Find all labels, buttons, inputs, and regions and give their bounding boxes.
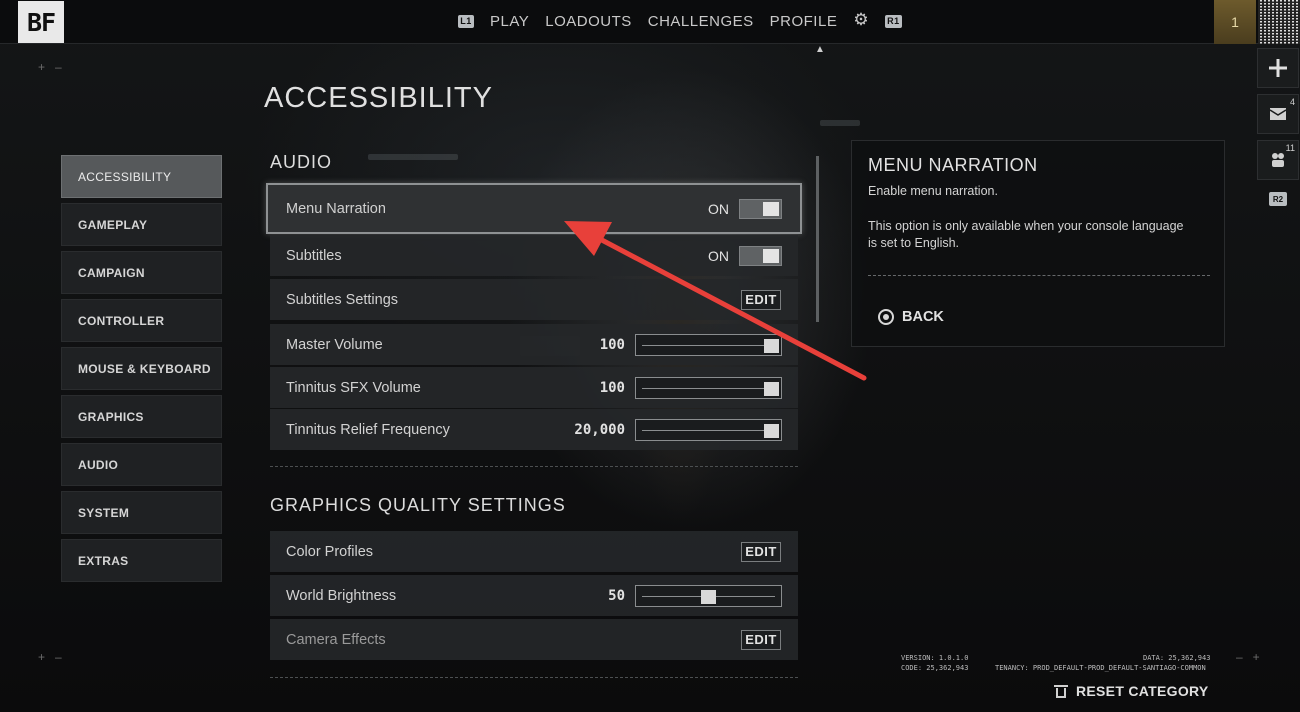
edit-button[interactable]: EDIT <box>741 541 781 562</box>
setting-color-profiles[interactable]: Color Profiles EDIT <box>270 531 798 572</box>
setting-world-brightness[interactable]: World Brightness 50 <box>270 575 798 616</box>
section-title-graphics: GRAPHICS QUALITY SETTINGS <box>270 495 566 515</box>
settings-gear-icon[interactable]: ⚙ <box>853 10 869 30</box>
reset-label: RESET CATEGORY <box>1076 683 1209 699</box>
background-light <box>368 154 458 160</box>
r2-button-hint: R2 <box>1269 192 1287 206</box>
master-volume-slider[interactable] <box>635 333 782 356</box>
setting-tinnitus-relief-frequency[interactable]: Tinnitus Relief Frequency 20,000 <box>270 409 798 450</box>
category-gameplay[interactable]: GAMEPLAY <box>61 203 222 246</box>
tinnitus-sfx-slider[interactable] <box>635 376 782 399</box>
setting-label: Tinnitus Relief Frequency <box>286 421 450 438</box>
rank-level: 1 <box>1231 14 1239 30</box>
page-title: ACCESSIBILITY <box>264 82 493 114</box>
squad-button[interactable]: 11 <box>1257 140 1299 180</box>
mail-icon <box>1270 108 1286 120</box>
corner-mark: + – <box>38 650 62 664</box>
setting-label: World Brightness <box>286 587 397 604</box>
category-extras[interactable]: EXTRAS <box>61 539 222 582</box>
setting-menu-narration[interactable]: Menu Narration ON <box>266 183 802 234</box>
slider-value: 50 <box>608 587 625 604</box>
back-button[interactable]: BACK <box>878 309 944 325</box>
setting-label: Tinnitus SFX Volume <box>286 379 421 396</box>
active-tab-caret-icon: ▲ <box>815 44 825 55</box>
detail-title: MENU NARRATION <box>868 155 1038 175</box>
plus-icon <box>1269 59 1287 77</box>
category-graphics[interactable]: GRAPHICS <box>61 395 222 438</box>
detail-note: This option is only available when your … <box>868 219 1184 250</box>
build-version: VERSION: 1.0.1.0 <box>901 654 969 662</box>
category-accessibility[interactable]: ACCESSIBILITY <box>61 155 222 198</box>
section-divider <box>270 677 798 678</box>
mail-count: 4 <box>1289 97 1295 107</box>
settings-scrollbar[interactable] <box>816 156 819 322</box>
add-friend-button[interactable] <box>1257 48 1299 88</box>
slider-value: 100 <box>599 336 625 353</box>
trash-icon <box>1054 684 1068 699</box>
slider-value: 100 <box>599 379 625 396</box>
build-tenancy: TENANCY: PROD_DEFAULT-PROD_DEFAULT-SANTI… <box>995 664 1206 672</box>
setting-master-volume[interactable]: Master Volume 100 <box>270 324 798 365</box>
setting-subtitles-settings[interactable]: Subtitles Settings EDIT <box>270 279 798 320</box>
game-logo: BF <box>18 1 64 43</box>
tinnitus-relief-slider[interactable] <box>635 418 782 441</box>
top-bar: BF L1 PLAY LOADOUTS CHALLENGES PROFILE ⚙… <box>0 0 1300 44</box>
circle-button-icon <box>878 309 894 325</box>
slider-handle[interactable] <box>701 589 716 604</box>
setting-label: Menu Narration <box>286 200 386 217</box>
detail-description: Enable menu narration. <box>868 184 998 198</box>
category-campaign[interactable]: CAMPAIGN <box>61 251 222 294</box>
world-brightness-slider[interactable] <box>635 584 782 607</box>
slider-handle[interactable] <box>764 423 779 438</box>
nav-challenges[interactable]: CHALLENGES <box>648 13 754 30</box>
setting-label: Subtitles <box>286 247 342 264</box>
setting-label: Color Profiles <box>286 543 374 560</box>
section-title-audio: AUDIO <box>270 152 333 172</box>
edit-button[interactable]: EDIT <box>741 289 781 310</box>
background-light <box>820 120 860 126</box>
player-emblem[interactable] <box>1258 0 1300 44</box>
back-label: BACK <box>902 309 944 325</box>
setting-tinnitus-sfx-volume[interactable]: Tinnitus SFX Volume 100 <box>270 367 798 408</box>
edit-button[interactable]: EDIT <box>741 629 781 650</box>
r1-button-hint: R1 <box>885 14 902 28</box>
build-code: CODE: 25,362,943 <box>901 664 969 672</box>
setting-label: Camera Effects <box>286 631 386 648</box>
squad-count: 11 <box>1285 143 1295 153</box>
category-audio[interactable]: AUDIO <box>61 443 222 486</box>
mail-button[interactable]: 4 <box>1257 94 1299 134</box>
corner-mark: + – <box>38 60 62 74</box>
setting-label: Subtitles Settings <box>286 291 399 308</box>
squad-icon <box>1272 153 1284 167</box>
setting-camera-effects[interactable]: Camera Effects EDIT <box>270 619 798 660</box>
slider-handle[interactable] <box>764 381 779 396</box>
category-controller[interactable]: CONTROLLER <box>61 299 222 342</box>
detail-divider <box>868 275 1210 276</box>
menu-narration-toggle[interactable] <box>739 198 782 219</box>
l1-button-hint: L1 <box>458 14 474 28</box>
category-mouse-keyboard[interactable]: MOUSE & KEYBOARD <box>61 347 222 390</box>
slider-handle[interactable] <box>764 338 779 353</box>
toggle-state: ON <box>708 247 729 264</box>
section-divider <box>270 466 798 467</box>
rank-badge[interactable]: 1 <box>1214 0 1256 44</box>
reset-category-button[interactable]: RESET CATEGORY <box>1054 683 1209 699</box>
nav-loadouts[interactable]: LOADOUTS <box>545 13 632 30</box>
slider-value: 20,000 <box>574 421 625 438</box>
build-data: DATA: 25,362,943 <box>1143 654 1211 662</box>
setting-label: Master Volume <box>286 336 383 353</box>
main-nav: L1 PLAY LOADOUTS CHALLENGES PROFILE ⚙ R1 <box>458 10 902 30</box>
toggle-state: ON <box>708 200 729 217</box>
nav-play[interactable]: PLAY <box>490 13 529 30</box>
corner-mark: – + <box>1236 650 1260 664</box>
subtitles-toggle[interactable] <box>739 245 782 266</box>
nav-profile[interactable]: PROFILE <box>770 13 838 30</box>
detail-panel: MENU NARRATION Enable menu narration. Th… <box>851 140 1225 347</box>
category-system[interactable]: SYSTEM <box>61 491 222 534</box>
setting-subtitles[interactable]: Subtitles ON <box>270 235 798 276</box>
